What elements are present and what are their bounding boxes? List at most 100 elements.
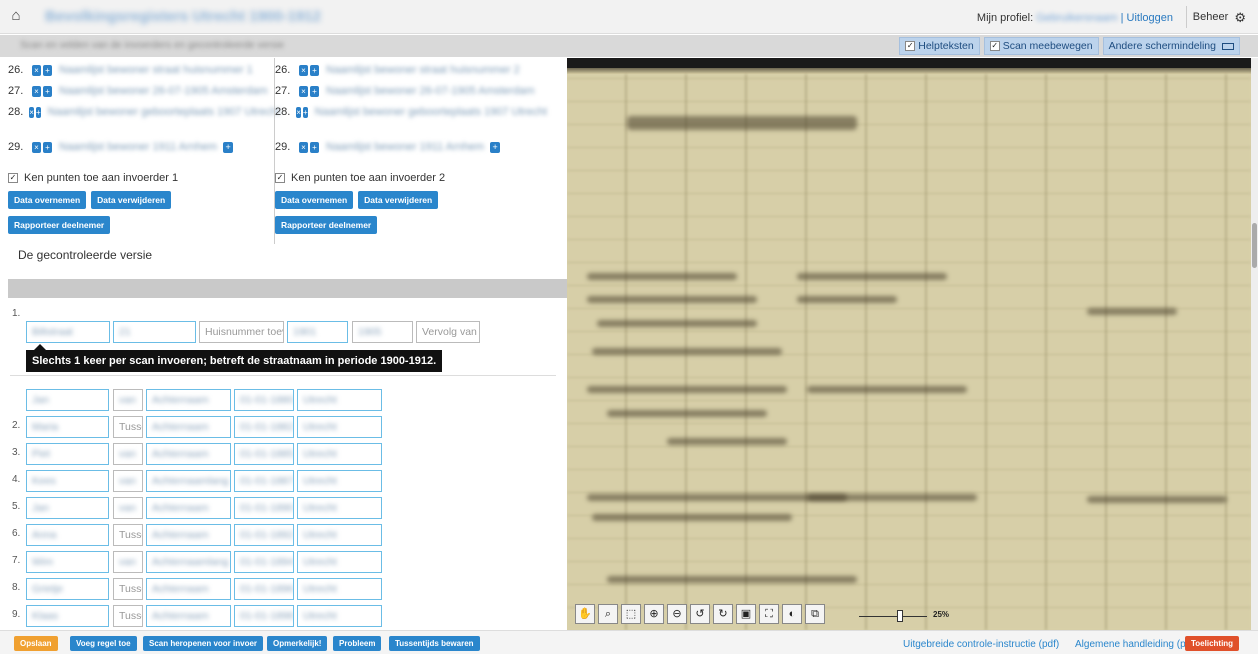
- birth-date-input[interactable]: 01-01-1890: [234, 497, 294, 519]
- close-icon[interactable]: ×: [32, 86, 41, 97]
- prefix-input[interactable]: van: [113, 389, 143, 411]
- checkbox-icon[interactable]: ✓: [989, 41, 1000, 51]
- home-icon[interactable]: ⌂: [8, 8, 24, 24]
- checkbox-icon[interactable]: ✓: [8, 173, 18, 183]
- help-texts-toggle[interactable]: ✓ Helpteksten: [899, 37, 980, 55]
- app-title[interactable]: Bevolkingsregisters Utrecht 1900-1912: [45, 8, 321, 25]
- manual-link[interactable]: Algemene handleiding (pdf): [1075, 639, 1197, 650]
- prefix-input[interactable]: Tussenvoegsel: [113, 578, 143, 600]
- continuation-input[interactable]: Vervolg van blad: [416, 321, 480, 343]
- birth-place-input[interactable]: Utrecht: [297, 524, 382, 546]
- prefix-input[interactable]: van: [113, 551, 143, 573]
- prefix-input[interactable]: van: [113, 497, 143, 519]
- period-from-input[interactable]: 1901: [287, 321, 348, 343]
- plus-icon[interactable]: +: [302, 107, 308, 118]
- profile-username[interactable]: Gebruikersnaam: [1036, 12, 1117, 24]
- first-name-input[interactable]: Kees: [26, 470, 109, 492]
- first-name-input[interactable]: Anna: [26, 524, 109, 546]
- birth-date-input[interactable]: 01-01-1898: [234, 605, 294, 627]
- plus-icon[interactable]: +: [43, 86, 52, 97]
- birth-place-input[interactable]: Utrecht: [297, 605, 382, 627]
- first-name-input[interactable]: Jan: [26, 497, 109, 519]
- close-icon[interactable]: ×: [32, 142, 41, 153]
- zoom-slider[interactable]: [859, 610, 927, 624]
- birth-place-input[interactable]: Utrecht: [297, 470, 382, 492]
- close-icon[interactable]: ×: [299, 65, 308, 76]
- page-scrollbar[interactable]: [1251, 58, 1258, 630]
- first-name-input[interactable]: Piet: [26, 443, 109, 465]
- birth-date-input[interactable]: 01-01-1892: [234, 524, 294, 546]
- close-icon[interactable]: ×: [29, 107, 34, 118]
- house-number-input[interactable]: 21: [113, 321, 196, 343]
- plus-icon[interactable]: +: [310, 86, 319, 97]
- plus-icon[interactable]: +: [310, 142, 319, 153]
- house-suffix-input[interactable]: Huisnummer toevoeging: [199, 321, 284, 343]
- scan-follow-toggle[interactable]: ✓ Scan meebewegen: [983, 37, 1099, 55]
- birth-place-input[interactable]: Utrecht: [297, 416, 382, 438]
- first-name-input[interactable]: Jan: [26, 389, 109, 411]
- last-name-input[interactable]: Achternaamlang: [146, 551, 231, 573]
- last-name-input[interactable]: Achternaam: [146, 605, 231, 627]
- last-name-input[interactable]: Achternaamlang: [146, 470, 231, 492]
- first-name-input[interactable]: Klaas: [26, 605, 109, 627]
- last-name-input[interactable]: Achternaam: [146, 443, 231, 465]
- zoom-in-icon[interactable]: ⊕: [644, 604, 664, 624]
- magnifier-icon[interactable]: ⌕: [598, 604, 618, 624]
- control-instruction-link[interactable]: Uitgebreide controle-instructie (pdf): [903, 639, 1059, 650]
- last-name-input[interactable]: Achternaam: [146, 524, 231, 546]
- plus-icon[interactable]: +: [43, 65, 52, 76]
- checkbox-icon[interactable]: ✓: [905, 41, 916, 51]
- fit-width-icon[interactable]: ▣: [736, 604, 756, 624]
- close-icon[interactable]: ×: [32, 65, 41, 76]
- birth-place-input[interactable]: Utrecht: [297, 497, 382, 519]
- rotate-left-icon[interactable]: ↺: [690, 604, 710, 624]
- prefix-input[interactable]: Tussenvoegsel: [113, 416, 143, 438]
- first-name-input[interactable]: Wim: [26, 551, 109, 573]
- last-name-input[interactable]: Achternaam: [146, 497, 231, 519]
- layout-switch-button[interactable]: Andere schermindeling: [1102, 37, 1240, 55]
- birth-date-input[interactable]: 01-01-1887: [234, 470, 294, 492]
- plus-icon[interactable]: +: [35, 107, 41, 118]
- birth-place-input[interactable]: Utrecht: [297, 551, 382, 573]
- add-icon[interactable]: +: [223, 142, 234, 153]
- logout-link[interactable]: | Uitloggen: [1121, 12, 1173, 24]
- take-data-button[interactable]: Data overnemen: [8, 191, 87, 209]
- last-name-input[interactable]: Achternaam: [146, 416, 231, 438]
- birth-place-input[interactable]: Utrecht: [297, 389, 382, 411]
- report-participant-button[interactable]: Rapporteer deelnemer: [275, 216, 378, 234]
- select-area-icon[interactable]: ⬚: [621, 604, 641, 624]
- delete-data-button[interactable]: Data verwijderen: [358, 191, 439, 209]
- first-name-input[interactable]: Grietje: [26, 578, 109, 600]
- close-icon[interactable]: ×: [299, 142, 308, 153]
- explanation-button[interactable]: Toelichting: [1185, 636, 1240, 651]
- scan-viewer[interactable]: ✋ ⌕ ⬚ ⊕ ⊖ ↺ ↻ ▣ ⛶ ◐ ⧉ 25%: [567, 58, 1251, 630]
- prefix-input[interactable]: van: [113, 470, 143, 492]
- birth-date-input[interactable]: 01-01-1882: [234, 416, 294, 438]
- save-button[interactable]: Opslaan: [14, 636, 58, 651]
- birth-date-input[interactable]: 01-01-1880: [234, 389, 294, 411]
- close-icon[interactable]: ×: [296, 107, 301, 118]
- scrollbar-thumb[interactable]: [1252, 223, 1257, 268]
- delete-data-button[interactable]: Data verwijderen: [91, 191, 172, 209]
- last-name-input[interactable]: Achternaam: [146, 578, 231, 600]
- remark-button[interactable]: Opmerkelijk!: [267, 636, 328, 651]
- prefix-input[interactable]: Tussenvoegsel: [113, 524, 143, 546]
- zoom-out-icon[interactable]: ⊖: [667, 604, 687, 624]
- first-name-input[interactable]: Maria: [26, 416, 109, 438]
- award-points-2[interactable]: ✓ Ken punten toe aan invoerder 2: [275, 172, 536, 184]
- rotate-right-icon[interactable]: ↻: [713, 604, 733, 624]
- street-input[interactable]: Biltstraat: [26, 321, 110, 343]
- add-row-button[interactable]: Voeg regel toe: [70, 636, 137, 651]
- birth-date-input[interactable]: 01-01-1896: [234, 578, 294, 600]
- birth-date-input[interactable]: 01-01-1894: [234, 551, 294, 573]
- birth-place-input[interactable]: Utrecht: [297, 443, 382, 465]
- reopen-scan-button[interactable]: Scan heropenen voor invoer: [143, 636, 264, 651]
- add-icon[interactable]: +: [490, 142, 501, 153]
- award-points-1[interactable]: ✓ Ken punten toe aan invoerder 1: [8, 172, 270, 184]
- prefix-input[interactable]: Tussenvoegsel: [113, 605, 143, 627]
- report-participant-button[interactable]: Rapporteer deelnemer: [8, 216, 111, 234]
- pan-hand-icon[interactable]: ✋: [575, 604, 595, 624]
- take-data-button[interactable]: Data overnemen: [275, 191, 354, 209]
- contrast-icon[interactable]: ◐: [782, 604, 802, 624]
- problem-button[interactable]: Probleem: [333, 636, 382, 651]
